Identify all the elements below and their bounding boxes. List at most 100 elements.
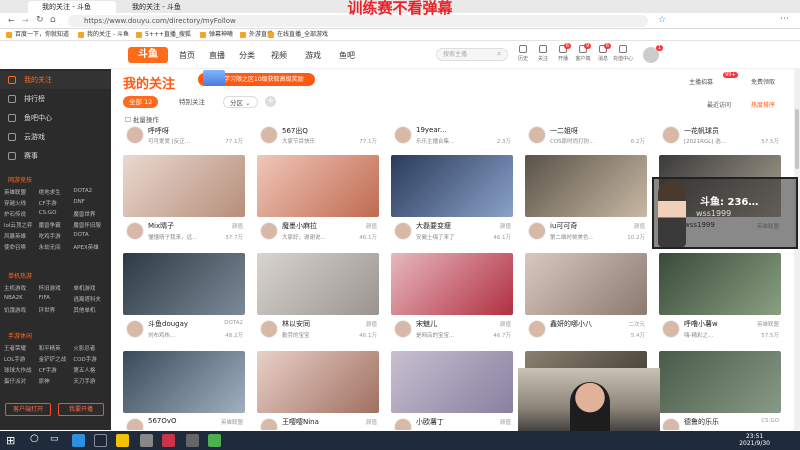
game-link[interactable]: 绝地求生 [39, 188, 74, 196]
avatar[interactable] [528, 320, 546, 338]
streamer-name[interactable]: 宋魅儿 [416, 319, 486, 329]
game-link[interactable]: 使命召唤 [4, 243, 39, 251]
game-link[interactable]: 怀旧游戏 [39, 284, 74, 292]
sidebar-item-yuba[interactable]: 鱼吧中心 [0, 109, 111, 127]
avatar[interactable] [260, 222, 278, 240]
game-link[interactable]: LOL手游 [4, 355, 39, 363]
avatar[interactable] [126, 418, 144, 430]
game-link[interactable]: FIFA [39, 295, 74, 303]
avatar[interactable] [260, 320, 278, 338]
history-icon[interactable]: 历史 [513, 45, 533, 67]
app-icon[interactable] [162, 434, 175, 447]
stream-thumbnail[interactable] [123, 155, 245, 217]
sidebar-item-follow[interactable]: 我的关注 [0, 71, 111, 89]
free-gift-link[interactable]: 免费领取 [751, 77, 775, 86]
streamer-name[interactable]: 鑫妍的哪小八 [550, 319, 620, 329]
scroll-thumb[interactable] [795, 109, 799, 169]
game-link[interactable]: 天刀手游 [73, 377, 108, 385]
stream-card[interactable]: 林以安同 颜值 勤劳的宝宝 46.1万 [257, 253, 379, 345]
stream-card[interactable]: 呼呼呀 可可爱爱 [反正... 77.1万 [123, 123, 245, 147]
stream-card[interactable]: 一花帆球员 [2021RGL] 选... 57.5万 [659, 123, 781, 147]
client-icon[interactable]: 客户端 9 [573, 43, 593, 67]
game-link[interactable]: 火影忍者 [73, 344, 108, 352]
avatar[interactable] [394, 320, 412, 338]
game-link[interactable]: 炉石传说 [4, 210, 39, 218]
streamer-name[interactable]: 567OvO [148, 417, 218, 425]
steam-icon[interactable] [94, 434, 107, 447]
streamer-name[interactable]: iu可可奇 [550, 221, 620, 231]
streamer-name[interactable]: 呼噜小薯w [684, 319, 754, 329]
game-link[interactable]: DOTA2 [73, 188, 108, 196]
filter-area[interactable]: 分区 ⌄ [223, 96, 258, 108]
game-link[interactable]: COD手游 [73, 355, 108, 363]
game-link[interactable]: CF手游 [39, 199, 74, 207]
stream-thumbnail[interactable] [391, 351, 513, 413]
game-link[interactable]: DOTA [73, 232, 108, 240]
stream-thumbnail[interactable] [659, 351, 781, 413]
avatar[interactable] [528, 222, 546, 240]
app-icon[interactable] [140, 434, 153, 447]
sidebar-item-esports[interactable]: 赛事 [0, 147, 111, 165]
bookmark-item[interactable]: 在线直播_全部游戏 [268, 30, 328, 40]
game-link[interactable]: 穿越火线 [4, 199, 39, 207]
streamer-name[interactable]: 德鲁的乐乐 [684, 417, 754, 427]
game-link[interactable]: 第五人格 [73, 366, 108, 374]
nav-video[interactable]: 视频 [271, 50, 287, 61]
streamer-name[interactable]: Mix晴子 [148, 221, 218, 231]
stream-card[interactable]: 斗鱼dougay DOTA2 刘布鸡热... 48.2万 [123, 253, 245, 345]
nav-home[interactable]: 首页 [179, 50, 195, 61]
edge-icon[interactable] [72, 434, 85, 447]
anchor-invite-link[interactable]: 主播招募 [689, 77, 713, 86]
game-link[interactable]: 其他单机 [73, 306, 108, 314]
stream-thumbnail[interactable] [123, 253, 245, 315]
hot-rank-sort[interactable]: 热度排序 [751, 100, 775, 109]
avatar[interactable] [126, 222, 144, 240]
game-link[interactable]: 吃鸡手游 [39, 232, 74, 240]
start-broadcast-button[interactable]: 我要开播 [58, 403, 104, 416]
bookmark-item[interactable]: 百度一下，你就知道 [6, 30, 69, 40]
bookmark-item[interactable]: 5+++直播_搜狐 [136, 30, 191, 40]
stream-thumbnail[interactable] [525, 155, 647, 217]
game-link[interactable]: 原神 [39, 377, 74, 385]
recharge-icon[interactable]: 充值中心 [613, 45, 633, 67]
game-link[interactable]: 饥饿游戏 [4, 306, 39, 314]
stream-card[interactable]: 大磊要变瘦 颜值 安徽土嗨了来了 46.1万 [391, 155, 513, 247]
streamer-name[interactable]: 斗鱼dougay [148, 319, 218, 329]
add-filter-icon[interactable]: + [265, 96, 276, 107]
nav-live[interactable]: 直播 [209, 50, 225, 61]
stream-card[interactable]: 小欧薯丁 颜值爱笑呀 46.0万 [391, 351, 513, 430]
game-link[interactable]: 环世界 [39, 306, 74, 314]
sidebar-item-cloudgame[interactable]: 云游戏 [0, 128, 111, 146]
stream-thumbnail[interactable] [257, 253, 379, 315]
stream-thumbnail[interactable] [257, 155, 379, 217]
game-link[interactable]: 魔兽怀旧服 [73, 221, 108, 229]
task-view-icon[interactable]: ▭ [50, 434, 59, 444]
search-icon[interactable]: ⌕ [497, 49, 501, 59]
streamer-name[interactable]: 小欧薯丁 [416, 417, 486, 427]
stream-thumbnail[interactable] [123, 351, 245, 413]
stream-card[interactable]: 鑫妍的哪小八 二次元 5.4万 [525, 253, 647, 345]
game-link[interactable]: NBA2K [4, 295, 39, 303]
nav-games[interactable]: 游戏 [305, 50, 321, 61]
bookmark-item[interactable]: 我的关注 - 斗鱼 [78, 30, 129, 40]
game-link[interactable]: 单机游戏 [73, 284, 108, 292]
game-link[interactable]: 球球大作战 [4, 366, 39, 374]
filter-special[interactable]: 特别关注 [173, 96, 211, 108]
douyu-logo[interactable]: 斗鱼 [128, 47, 168, 63]
stream-thumbnail[interactable] [257, 351, 379, 413]
stream-card[interactable]: 德鲁的乐乐 CS:GO 37.5万 [659, 351, 781, 430]
stream-thumbnail[interactable] [525, 253, 647, 315]
game-link[interactable]: 王者荣耀 [4, 344, 39, 352]
recent-visit-sort[interactable]: 最近访问 [707, 100, 731, 109]
search-icon[interactable]: ○ [30, 433, 39, 444]
avatar[interactable] [394, 418, 412, 430]
game-link[interactable]: 金铲铲之战 [39, 355, 74, 363]
stream-card[interactable]: 一二姐呀 COS原时尚打扮... 6.2万 [525, 123, 647, 147]
game-link[interactable]: 逃离塔科夫 [73, 295, 108, 303]
stream-card[interactable]: 567出Q 大家节目快乐 77.1万 [257, 123, 379, 147]
back-icon[interactable]: ← [8, 16, 15, 25]
game-link[interactable]: lol云顶之弈 [4, 221, 39, 229]
broadcast-icon[interactable]: 开播 6 [553, 43, 573, 67]
refresh-icon[interactable]: ↻ [36, 15, 44, 25]
streamer-name[interactable]: 王嘤嘤Nina [282, 417, 352, 427]
